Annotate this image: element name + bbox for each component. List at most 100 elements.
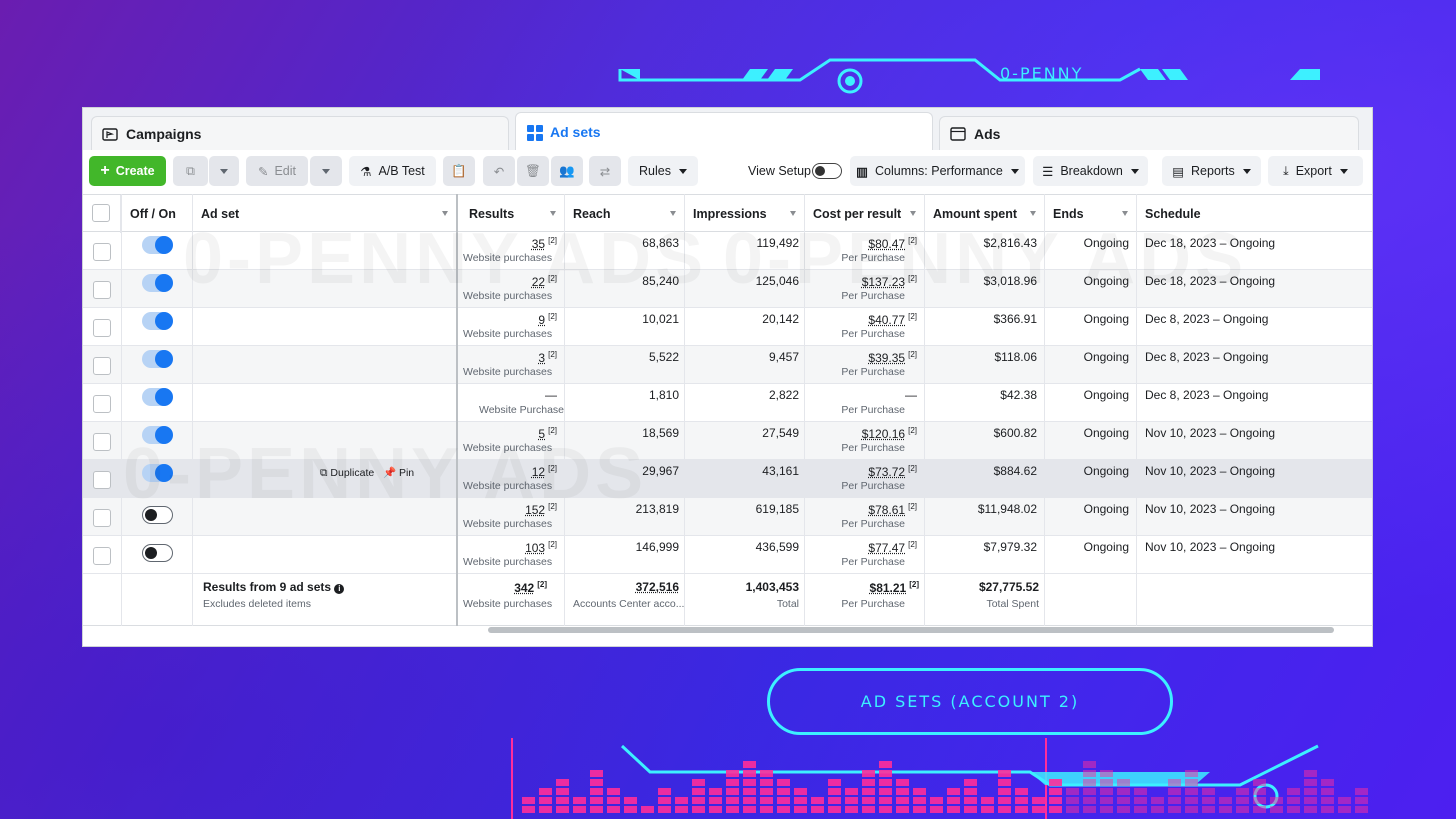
breakdown-button[interactable]: ☰ Breakdown: [1033, 156, 1148, 186]
select-all-checkbox[interactable]: [92, 204, 110, 222]
columns-label: Columns: Performance: [874, 164, 1003, 178]
toggle-on[interactable]: [142, 388, 173, 406]
table-row[interactable]: — Website Purchase 1,810 2,822 — Per Pur…: [83, 384, 1372, 422]
view-setup-label: View Setup: [748, 164, 812, 178]
plus-icon: +: [100, 162, 110, 179]
breakdown-icon: ☰: [1042, 164, 1054, 179]
grid-icon: [526, 124, 543, 141]
totals-results-sub: Website purchases: [463, 598, 553, 610]
results-value[interactable]: —: [465, 388, 557, 402]
edit-label: Edit: [274, 164, 297, 178]
totals-spent-sub: Total Spent: [986, 598, 1039, 610]
horizontal-scrollbar[interactable]: [488, 627, 1334, 633]
cpr-sub: Per Purchase: [841, 404, 905, 416]
view-setup-toggle[interactable]: [812, 163, 842, 179]
cpr-value[interactable]: —: [805, 388, 917, 402]
totals-sub: Excludes deleted items: [203, 598, 311, 610]
chevron-down-icon: [1339, 168, 1348, 174]
results-value[interactable]: 9 [2]: [465, 312, 557, 327]
duplicate-button[interactable]: ⧉: [173, 156, 208, 186]
export-label: Export: [1295, 164, 1332, 178]
row-checkbox[interactable]: [93, 471, 111, 489]
schedule-value: Nov 10, 2023 – Ongoing: [1145, 540, 1276, 554]
results-sub: Website purchases: [463, 328, 553, 340]
tab-ad-sets[interactable]: Ad sets: [515, 112, 933, 150]
table-row[interactable]: 9 [2] Website purchases 10,021 20,142 $40…: [83, 308, 1372, 346]
toggle-on[interactable]: [142, 236, 173, 254]
impressions-value: 20,142: [762, 312, 799, 326]
totals-reach: 372,516: [635, 580, 679, 594]
row-checkbox[interactable]: [93, 243, 111, 261]
cpr-value[interactable]: $40.77 [2]: [805, 312, 917, 327]
spent-value: $366.91: [993, 312, 1037, 326]
reports-button[interactable]: ▤ Reports: [1162, 156, 1261, 186]
duplicate-dropdown[interactable]: [209, 156, 239, 186]
toggle-off[interactable]: [142, 544, 173, 562]
toolbar: + Create ⧉ ✎ Edit ⚗ A/B Test 📋 ↶ 🗑 👥 ⇄ R…: [83, 150, 1372, 194]
sort-icon: [442, 211, 448, 216]
clipboard-button[interactable]: 📋: [443, 156, 475, 186]
chevron-down-icon: [678, 168, 687, 174]
edit-dropdown[interactable]: [310, 156, 342, 186]
tab-ads[interactable]: Ads: [939, 116, 1359, 150]
ends-value: Ongoing: [1083, 350, 1129, 364]
results-sub: Website Purchase: [479, 404, 565, 416]
impressions-value: 43,161: [762, 464, 799, 478]
tab-campaigns[interactable]: Campaigns: [91, 116, 509, 150]
impressions-value: 9,457: [768, 350, 799, 364]
table-row[interactable]: 3 [2] Website purchases 5,522 9,457 $39.3…: [83, 346, 1372, 384]
sort-icon: [550, 211, 556, 216]
row-checkbox[interactable]: [93, 547, 111, 565]
chevron-down-icon: [1010, 168, 1019, 174]
create-button[interactable]: + Create: [89, 156, 166, 186]
cpr-value[interactable]: $78.61 [2]: [805, 502, 917, 517]
row-checkbox[interactable]: [93, 281, 111, 299]
toggle-on[interactable]: [142, 350, 173, 368]
audience-button[interactable]: 👥: [551, 156, 583, 186]
delete-button[interactable]: 🗑: [517, 156, 549, 186]
edit-button[interactable]: ✎ Edit: [246, 156, 308, 186]
row-checkbox[interactable]: [93, 433, 111, 451]
columns-button[interactable]: ▥ Columns: Performance: [850, 156, 1025, 186]
header-select-cell: [83, 195, 121, 233]
tab-bar: Campaigns Ad sets Ads: [83, 108, 1372, 150]
ab-test-button[interactable]: ⚗ A/B Test: [349, 156, 436, 186]
ab-test-label: A/B Test: [378, 164, 425, 178]
people-icon: 👥: [559, 163, 575, 178]
row-checkbox[interactable]: [93, 509, 111, 527]
table-row[interactable]: 103 [2] Website purchases 146,999 436,599…: [83, 536, 1372, 574]
results-value[interactable]: 3 [2]: [465, 350, 557, 365]
row-checkbox[interactable]: [93, 357, 111, 375]
schedule-value: Nov 10, 2023 – Ongoing: [1145, 426, 1276, 440]
totals-impressions: 1,403,453: [745, 580, 799, 594]
results-value[interactable]: 103 [2]: [465, 540, 557, 555]
preview-button[interactable]: ⇄: [589, 156, 621, 186]
impressions-value: 619,185: [755, 502, 799, 516]
results-sub: Website purchases: [463, 518, 553, 530]
spent-value: $7,979.32: [983, 540, 1037, 554]
impressions-value: 27,549: [762, 426, 799, 440]
row-checkbox[interactable]: [93, 319, 111, 337]
account-banner: AD SETS (ACCOUNT 2): [767, 668, 1173, 735]
impressions-value: 436,599: [755, 540, 799, 554]
toggle-on[interactable]: [142, 312, 173, 330]
cpr-value[interactable]: $120.16 [2]: [805, 426, 917, 441]
folder-flag-icon: [102, 126, 118, 142]
cpr-value[interactable]: $77.47 [2]: [805, 540, 917, 555]
report-icon: ▤: [1172, 164, 1185, 179]
columns-icon: ▥: [856, 164, 868, 179]
ends-value: Ongoing: [1083, 388, 1129, 402]
sort-icon: [670, 211, 676, 216]
cpr-value[interactable]: $73.72 [2]: [805, 464, 917, 479]
results-sub: Website purchases: [463, 556, 553, 568]
cpr-sub: Per Purchase: [841, 366, 905, 378]
schedule-value: Dec 8, 2023 – Ongoing: [1145, 388, 1269, 402]
export-button[interactable]: ⤓ Export: [1268, 156, 1363, 186]
cpr-value[interactable]: $39.35 [2]: [805, 350, 917, 365]
schedule-value: Dec 8, 2023 – Ongoing: [1145, 312, 1269, 326]
rules-button[interactable]: Rules: [628, 156, 698, 186]
toggle-on[interactable]: [142, 274, 173, 292]
brand-logo-text: 0-PENNY: [1000, 64, 1084, 83]
row-checkbox[interactable]: [93, 395, 111, 413]
undo-button[interactable]: ↶: [483, 156, 515, 186]
